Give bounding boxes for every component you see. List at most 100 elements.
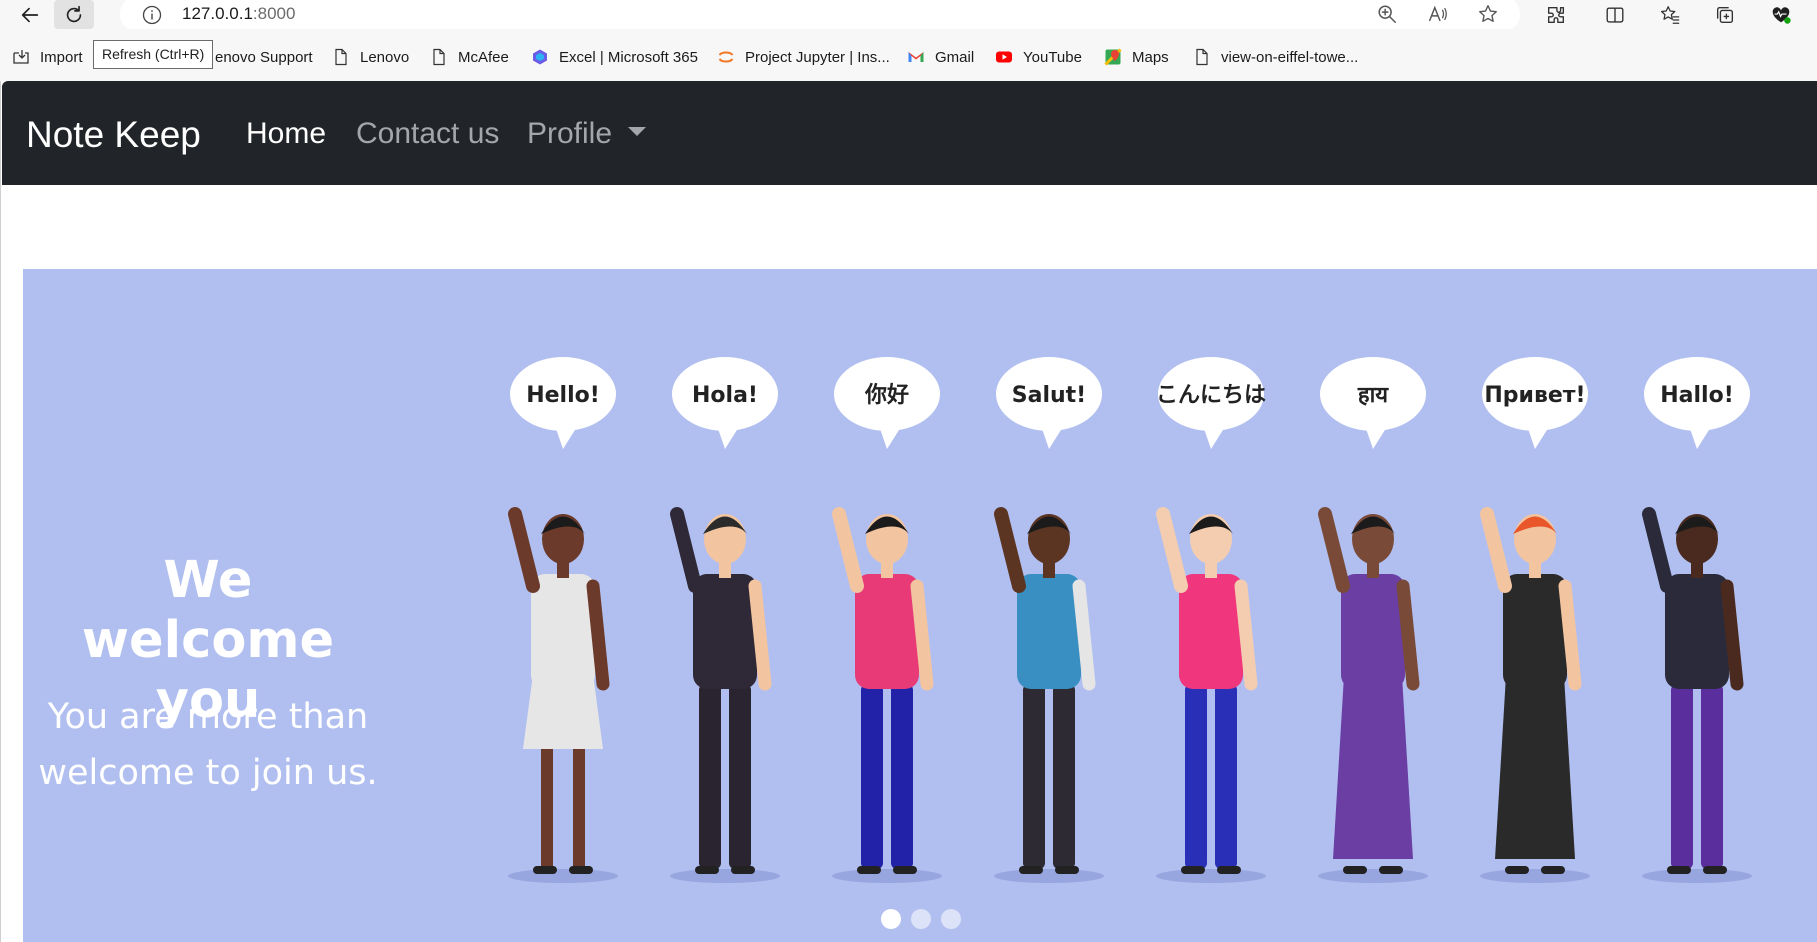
person-shadow	[670, 869, 780, 883]
zoom-button[interactable]	[1373, 0, 1401, 28]
person-figure	[670, 507, 780, 883]
person-shoe	[731, 866, 755, 874]
url-text[interactable]: 127.0.0.1:8000	[182, 4, 295, 24]
microsoft365-icon	[531, 48, 549, 66]
bookmark-excel[interactable]: Excel | Microsoft 365	[531, 45, 698, 69]
back-button[interactable]	[10, 0, 50, 29]
person-shoe	[1703, 866, 1727, 874]
person-leg	[1215, 684, 1237, 869]
speech-bubble: Salut!	[996, 357, 1102, 449]
bookmark-maps[interactable]: Maps	[1104, 45, 1169, 69]
hero-carousel[interactable]: We welcome you You are more than welcome…	[23, 269, 1817, 942]
info-icon[interactable]	[142, 5, 162, 25]
bookmark-label: view-on-eiffel-towe...	[1221, 48, 1359, 66]
bookmark-label: YouTube	[1023, 48, 1082, 66]
person-shoe	[1667, 866, 1691, 874]
extensions-button[interactable]	[1541, 2, 1571, 28]
greeting-text: こんにちは	[1156, 383, 1266, 408]
collections-button[interactable]	[1710, 2, 1740, 28]
favorite-star-icon	[1479, 5, 1497, 23]
person-arm-raised	[508, 507, 540, 593]
person-shoe	[1055, 866, 1079, 874]
person-arm-raised	[1480, 507, 1512, 593]
greeting-text: Hola!	[692, 383, 758, 408]
bookmark-label: Maps	[1132, 48, 1169, 66]
person-shoe	[1541, 866, 1565, 874]
person-leg	[891, 684, 913, 869]
person-figure	[832, 507, 942, 883]
collections-icon	[1716, 6, 1734, 24]
person-arm-raised	[994, 507, 1026, 593]
bookmark-label: Lenovo	[360, 48, 410, 66]
bookmark-eiffel[interactable]: view-on-eiffel-towe...	[1193, 45, 1358, 69]
person-figure	[1156, 507, 1266, 883]
page-icon	[332, 48, 350, 66]
person-shoe	[1217, 866, 1241, 874]
maps-icon	[1104, 48, 1122, 66]
greeting-text: Hallo!	[1660, 383, 1734, 408]
split-screen-button[interactable]	[1600, 2, 1630, 28]
person-shoe	[1019, 866, 1043, 874]
bookmark-lenovo-support[interactable]: enovo Support	[215, 45, 313, 69]
greeting-text: हाय	[1357, 383, 1389, 408]
refresh-button[interactable]	[54, 0, 94, 29]
bookmark-label: enovo Support	[215, 48, 313, 66]
jupyter-icon	[717, 48, 735, 66]
browser-toolbar: 127.0.0.1:8000	[0, 0, 1817, 32]
bookmark-youtube[interactable]: YouTube	[995, 45, 1082, 69]
carousel-caption: We welcome you You are more than welcome…	[23, 269, 393, 942]
nav-dropdown-profile[interactable]: Profile	[527, 117, 647, 151]
nav-link-home[interactable]: Home	[246, 117, 326, 151]
nav-link-profile-label: Profile	[527, 117, 613, 150]
greeting-text: Hello!	[526, 383, 600, 408]
bookmark-lenovo[interactable]: Lenovo	[332, 45, 409, 69]
chevron-down-icon	[628, 126, 647, 136]
person-shadow	[832, 869, 942, 883]
nav-link-contact[interactable]: Contact us	[356, 117, 499, 151]
carousel-indicator[interactable]	[911, 909, 931, 929]
person-torso	[693, 574, 757, 689]
page-icon	[1193, 48, 1211, 66]
person-shadow	[1318, 869, 1428, 883]
speech-bubble: こんにちは	[1156, 357, 1266, 449]
person-leg	[541, 749, 553, 869]
speech-bubble: हाय	[1320, 357, 1426, 449]
person-shadow	[1156, 869, 1266, 883]
read-aloud-button[interactable]	[1424, 0, 1452, 28]
bookmark-gmail[interactable]: Gmail	[907, 45, 974, 69]
carousel-text: You are more than welcome to join us.	[38, 697, 378, 793]
person-shadow	[1480, 869, 1590, 883]
person-figure	[1318, 507, 1428, 883]
carousel-indicator[interactable]	[881, 909, 901, 929]
person-shadow	[994, 869, 1104, 883]
bookmark-import[interactable]: Import	[12, 45, 83, 69]
split-screen-icon	[1606, 7, 1624, 23]
refresh-icon	[66, 5, 82, 22]
bookmark-label: Project Jupyter | Ins...	[745, 48, 890, 66]
read-aloud-icon	[1429, 5, 1447, 22]
bookmark-label: McAfee	[458, 48, 509, 66]
bookmark-jupyter[interactable]: Project Jupyter | Ins...	[717, 45, 890, 69]
address-bar[interactable]: 127.0.0.1:8000	[120, 0, 1520, 32]
person-shoe	[695, 866, 719, 874]
person-shadow	[508, 869, 618, 883]
bookmark-mcafee[interactable]: McAfee	[430, 45, 509, 69]
person-torso	[1179, 574, 1243, 689]
person-leg	[573, 749, 585, 869]
carousel-indicators	[881, 909, 961, 929]
carousel-indicator[interactable]	[941, 909, 961, 929]
browser-essentials-icon	[1772, 7, 1791, 24]
person-arm-raised	[832, 507, 864, 593]
person-figure	[1480, 507, 1590, 883]
refresh-tooltip: Refresh (Ctrl+R)	[93, 40, 214, 69]
favorites-button[interactable]	[1655, 2, 1685, 28]
person-torso	[1503, 574, 1567, 689]
person-leg	[861, 684, 883, 869]
browser-essentials-button[interactable]	[1766, 2, 1796, 28]
multilingual-people-illustration: Hello! Hola! 你好 Salut! こんにちは हाय Привет! Hallo!	[508, 357, 1752, 883]
favorite-button[interactable]	[1474, 0, 1502, 28]
person-leg	[699, 684, 721, 869]
person-torso	[531, 574, 595, 689]
navbar-brand[interactable]: Note Keep	[26, 114, 201, 156]
person-shoe	[1379, 866, 1403, 874]
